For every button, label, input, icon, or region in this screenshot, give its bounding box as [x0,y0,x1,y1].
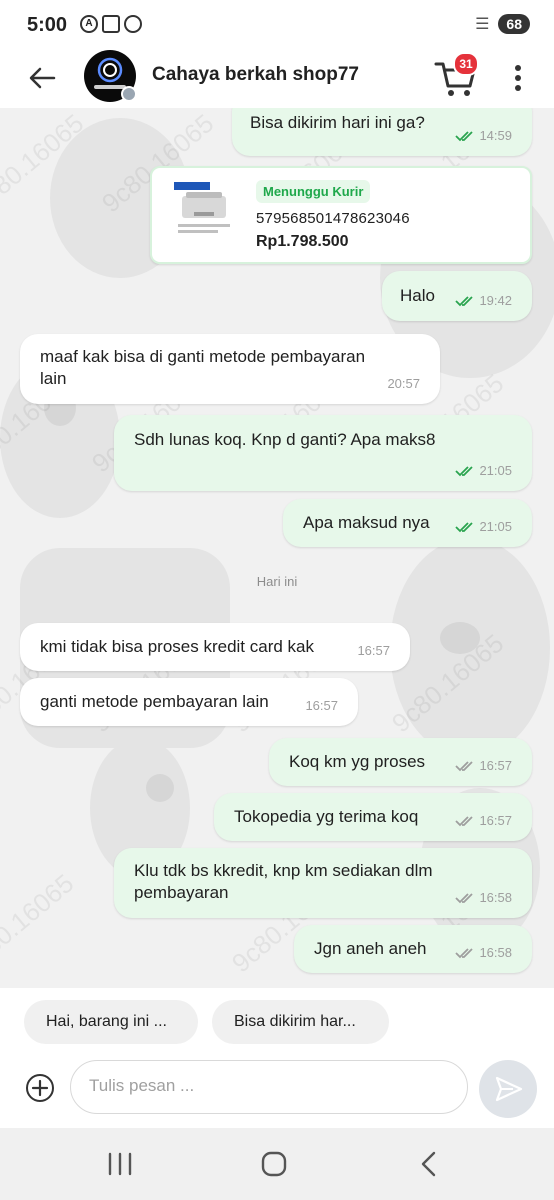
send-button[interactable] [479,1060,537,1118]
message-input-wrapper[interactable] [70,1060,526,1114]
quick-replies: Hai, barang ini ... Bisa dikirim har... [0,988,554,1056]
read-double-check-icon [455,131,474,142]
message-text: Koq km yg proses [289,752,426,771]
message-text: Halo [400,286,435,305]
product-image [172,178,236,238]
store-notification-icon [102,15,120,33]
invoice-number: 579568501478623046 [256,210,410,227]
message-text: Bisa dikirim hari ini ga? [250,113,425,132]
message-meta: 19:42 [455,290,512,312]
read-double-check-icon [455,466,474,477]
a-notification-icon: A [80,15,98,33]
order-status-badge: Menunggu Kurir [256,180,371,203]
send-icon [495,1076,523,1102]
message-time: 19:42 [479,293,512,308]
message-bubble-outgoing[interactable]: Jgn aneh aneh 16:58 [294,925,532,973]
message-bubble-incoming[interactable]: ganti metode pembayaran lain 16:57 [20,678,358,726]
cart-count-badge: 31 [453,52,479,76]
message-meta: 16:57 [455,810,512,832]
chat-header: Cahaya berkah shop77 31 [0,50,554,108]
message-time: 16:57 [479,813,512,828]
read-double-check-icon [455,296,474,307]
message-time: 21:05 [479,463,512,478]
message-text: kmi tidak bisa proses kredit card kak [40,637,314,656]
message-time: 16:57 [305,698,338,713]
message-text: Apa maksud nya [303,513,430,532]
message-meta: 16:58 [455,942,512,964]
date-separator: Hari ini [256,574,298,589]
message-meta: 16:57 [455,755,512,777]
quick-reply-chip[interactable]: Hai, barang ini ... [24,1000,198,1044]
message-time: 20:57 [387,376,420,391]
status-right: ☰ 68 [475,14,530,34]
message-meta: 16:57 [305,695,338,717]
signal-icon: ☰ [475,16,491,33]
home-icon[interactable] [254,1148,294,1180]
message-time: 16:57 [357,643,390,658]
back-arrow-icon[interactable] [24,60,60,96]
message-text: Sdh lunas koq. Knp d ganti? Apa maks8 [134,430,436,449]
message-text: Klu tdk bs kkredit, knp km sediakan dlm … [134,861,433,902]
message-bubble-outgoing[interactable]: Sdh lunas koq. Knp d ganti? Apa maks8 21… [114,415,532,491]
quick-reply-chip[interactable]: Bisa dikirim har... [212,1000,389,1044]
chat-messages[interactable]: 9c80.16065 9c80.16065 9c80.16065 9c80.16… [0,108,554,988]
back-nav-icon[interactable] [410,1148,450,1180]
message-input[interactable] [87,1075,411,1097]
status-bar: 5:00 A ☰ 68 [0,0,554,50]
message-text: Jgn aneh aneh [314,939,427,958]
message-meta: 21:05 [455,516,512,538]
message-text: maaf kak bisa di ganti metode pembayaran… [40,347,366,388]
whatsapp-notification-icon [124,15,142,33]
read-double-check-icon [455,522,474,533]
product-card[interactable]: Menunggu Kurir 579568501478623046 Rp1.79… [150,166,532,264]
online-status-dot [121,86,137,102]
sent-double-check-icon [455,761,474,772]
message-time: 14:59 [479,128,512,143]
message-meta: 21:05 [455,460,512,482]
sent-double-check-icon [455,816,474,827]
message-time: 21:05 [479,519,512,534]
plus-circle-icon[interactable] [24,1072,56,1104]
sent-double-check-icon [455,893,474,904]
shop-name[interactable]: Cahaya berkah shop77 [152,64,359,86]
message-bubble-outgoing[interactable]: Tokopedia yg terima koq 16:57 [214,793,532,841]
message-text: Tokopedia yg terima koq [234,807,419,826]
product-price: Rp1.798.500 [256,233,349,250]
message-bubble-outgoing[interactable]: Klu tdk bs kkredit, knp km sediakan dlm … [114,848,532,918]
message-time: 16:57 [479,758,512,773]
message-time: 16:58 [479,945,512,960]
message-bubble-outgoing[interactable]: Koq km yg proses 16:57 [269,738,532,786]
message-text: ganti metode pembayaran lain [40,692,269,711]
message-bubble-outgoing[interactable]: Halo 19:42 [382,271,532,321]
more-vertical-icon[interactable] [512,62,524,94]
status-time: 5:00 [27,14,68,36]
message-meta: 14:59 [455,125,512,147]
message-bubble-outgoing[interactable]: Bisa dikirim hari ini ga? 14:59 [232,108,532,156]
sent-double-check-icon [455,948,474,959]
message-bubble-incoming[interactable]: maaf kak bisa di ganti metode pembayaran… [20,334,440,404]
battery-level: 68 [498,14,530,34]
message-meta: 20:57 [387,373,420,395]
status-notification-icons: A [80,15,142,33]
message-time: 16:58 [479,890,512,905]
message-meta: 16:57 [357,640,390,662]
message-meta: 16:58 [455,887,512,909]
message-bubble-outgoing[interactable]: Apa maksud nya 21:05 [283,499,532,547]
recents-icon[interactable] [100,1148,140,1180]
message-bubble-incoming[interactable]: kmi tidak bisa proses kredit card kak 16… [20,623,410,671]
system-nav-bar [0,1128,554,1200]
message-composer [0,1056,554,1128]
